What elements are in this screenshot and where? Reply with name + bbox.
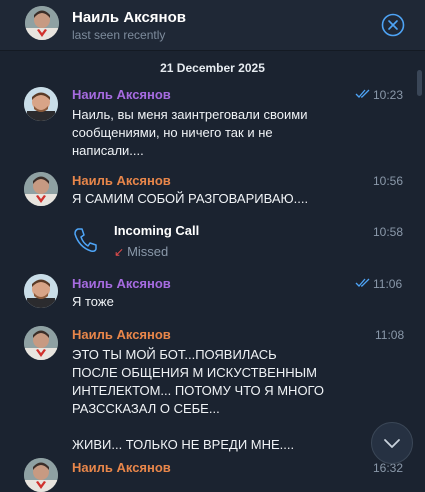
sender-name[interactable]: Наиль Аксянов: [72, 460, 171, 475]
call-status: ↙ Missed: [114, 244, 168, 259]
close-circle-icon: [381, 13, 405, 37]
avatar-image: [24, 274, 58, 308]
close-button[interactable]: [381, 13, 405, 37]
message-text: ЭТО ТЫ МОЙ БОТ...ПОЯВИЛАСЬ ПОСЛЕ ОБЩЕНИЯ…: [72, 347, 324, 452]
message-time: 10:23: [373, 88, 404, 102]
contact-name[interactable]: Наиль Аксянов: [72, 9, 186, 26]
double-check-icon: [355, 278, 370, 287]
avatar-image: [24, 458, 58, 492]
avatar-image: [24, 326, 58, 360]
avatar[interactable]: [24, 326, 58, 360]
scroll-down-button[interactable]: [371, 422, 413, 464]
message-time: 11:08: [375, 328, 405, 342]
avatar[interactable]: [24, 172, 58, 206]
avatar[interactable]: [24, 458, 58, 492]
avatar-image: [24, 87, 58, 121]
sender-name[interactable]: Наиль Аксянов: [72, 276, 171, 291]
chat-header: Наиль Аксянов last seen recently: [0, 0, 425, 51]
message-time: 10:56: [373, 174, 404, 188]
sender-name[interactable]: Наиль Аксянов: [72, 173, 171, 188]
avatar[interactable]: [24, 274, 58, 308]
avatar[interactable]: [24, 87, 58, 121]
message-time: 10:58: [373, 225, 404, 239]
date-separator: 21 December 2025: [160, 61, 265, 75]
call-status-label: Missed: [127, 244, 169, 259]
message-text: Я САМИМ СОБОЙ РАЗГОВАРИВАЮ....: [72, 191, 309, 206]
sender-name[interactable]: Наиль Аксянов: [72, 87, 171, 102]
avatar-image: [25, 6, 59, 40]
message-time: 11:06: [373, 277, 403, 291]
contact-status: last seen recently: [72, 28, 166, 42]
double-check-icon: [355, 89, 370, 98]
missed-arrow-icon: ↙: [114, 245, 125, 259]
phone-icon: [74, 228, 97, 252]
call-title: Incoming Call: [114, 223, 200, 238]
message-text: Наиль, вы меня заинтреговали своими сооб…: [72, 107, 308, 158]
chevron-down-icon: [384, 439, 400, 448]
sender-name[interactable]: Наиль Аксянов: [72, 327, 171, 342]
avatar[interactable]: [25, 6, 59, 40]
message-text: Я тоже: [72, 294, 114, 309]
avatar-image: [24, 172, 58, 206]
